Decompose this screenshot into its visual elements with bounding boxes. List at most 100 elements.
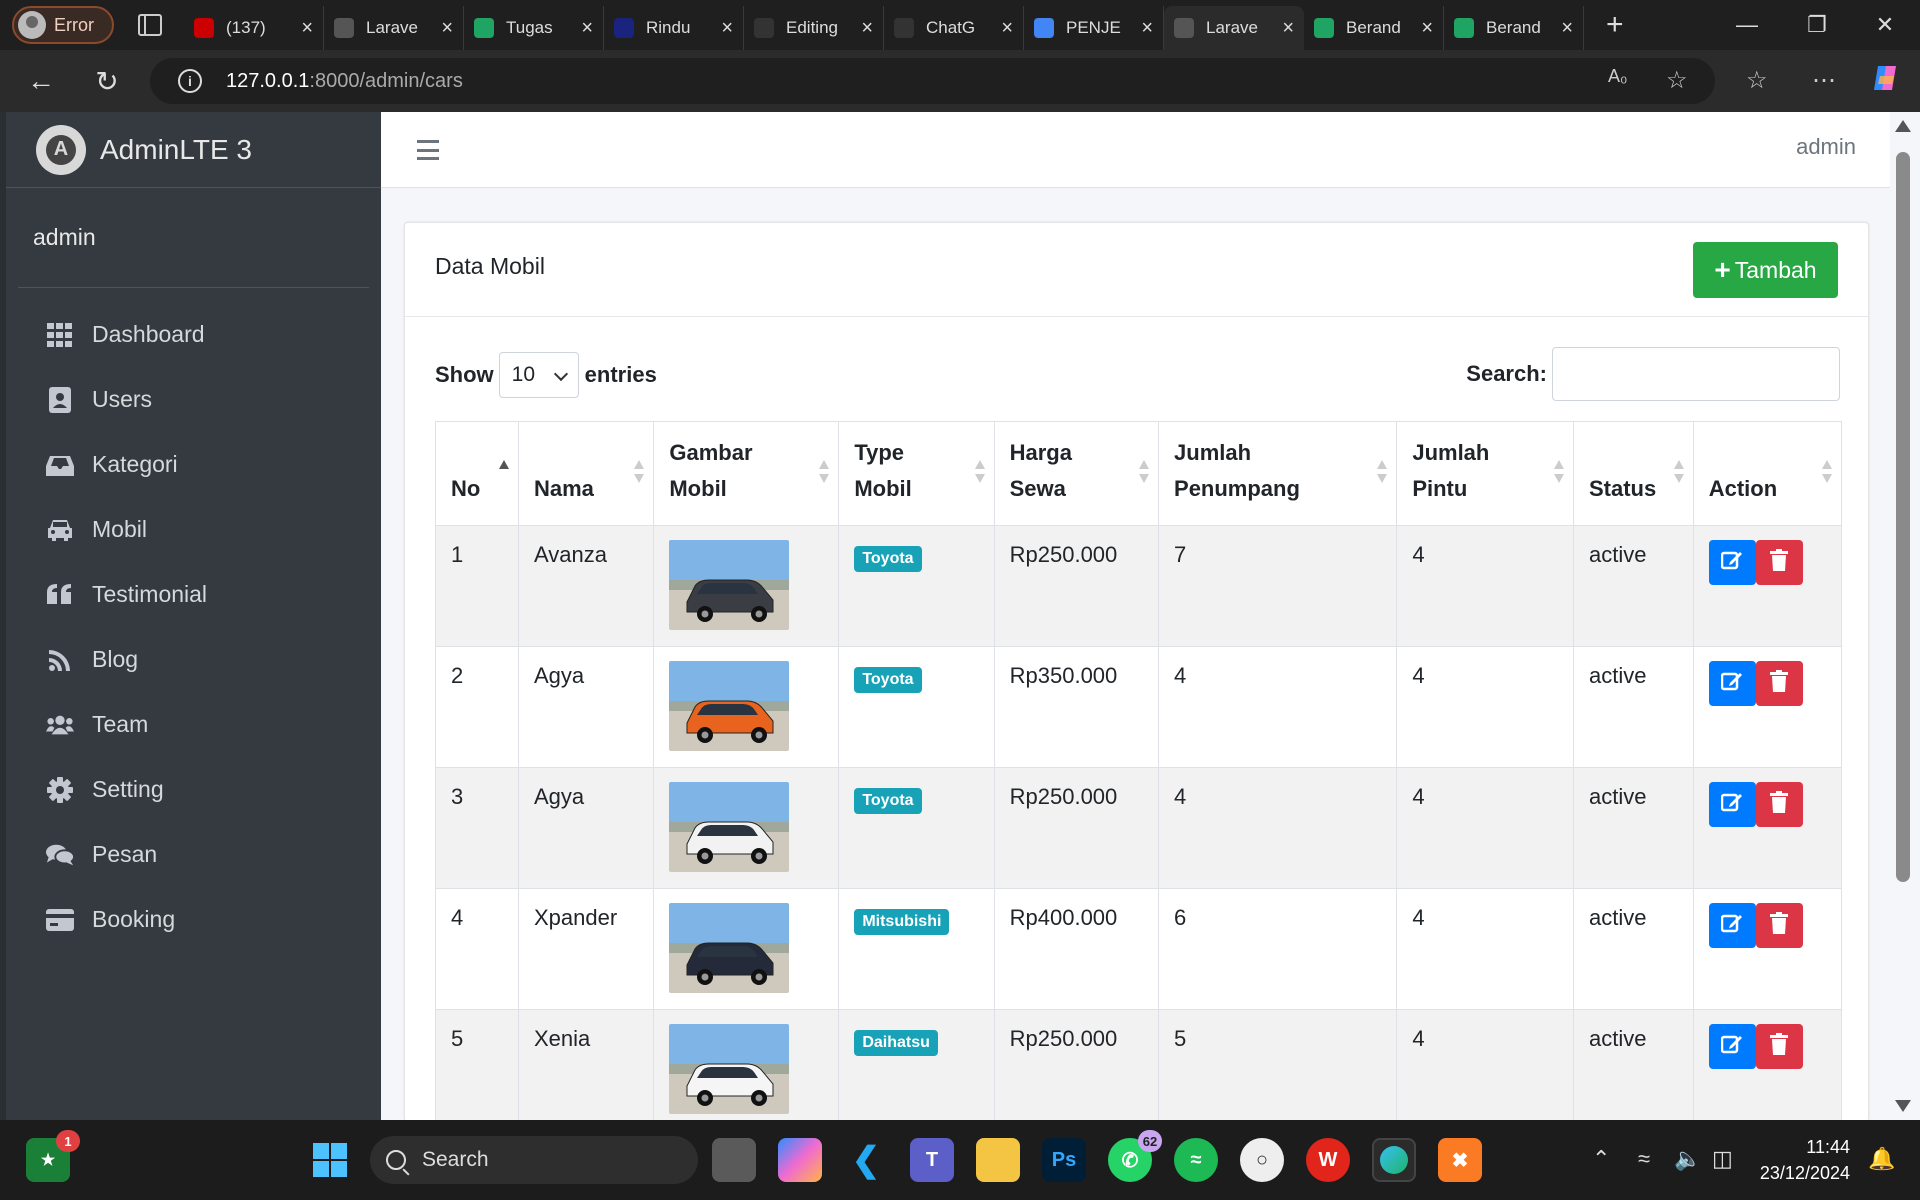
whatsapp-icon[interactable]: ✆ 62	[1108, 1130, 1162, 1182]
column-header-status[interactable]: Status	[1572, 421, 1694, 526]
hamburger-menu-icon[interactable]	[417, 140, 439, 160]
tray-chevron-icon[interactable]: ⌃	[1592, 1146, 1610, 1172]
close-window-button[interactable]: ✕	[1850, 0, 1920, 50]
browser-tab[interactable]: ChatG ×	[884, 6, 1024, 50]
copilot-app-icon[interactable]	[778, 1138, 822, 1182]
sidebar-item-mobil[interactable]: Mobil	[6, 497, 381, 562]
add-car-button[interactable]: + Tambah	[1693, 242, 1838, 298]
close-tab-icon[interactable]: ×	[1282, 17, 1294, 40]
vscode-icon[interactable]: ❮	[844, 1138, 888, 1182]
scrollbar-thumb[interactable]	[1896, 152, 1910, 882]
close-tab-icon[interactable]: ×	[441, 17, 453, 40]
delete-button[interactable]	[1755, 540, 1803, 585]
column-header-no[interactable]: No	[435, 421, 519, 526]
card-title: Data Mobil	[435, 253, 545, 279]
task-view-icon[interactable]	[712, 1138, 756, 1182]
user-panel[interactable]: admin	[18, 188, 369, 288]
spotify-icon[interactable]: ≈	[1174, 1138, 1218, 1182]
edge-browser-icon[interactable]	[1372, 1138, 1416, 1182]
delete-button[interactable]	[1755, 782, 1803, 827]
sidebar-item-team[interactable]: Team	[6, 692, 381, 757]
sidebar-item-users[interactable]: Users	[6, 367, 381, 432]
read-aloud-icon[interactable]: A₀	[1608, 66, 1627, 87]
dashboard-grid-icon	[46, 321, 74, 349]
profile-button[interactable]: Error	[12, 6, 114, 44]
browser-tab[interactable]: Tugas ×	[464, 6, 604, 50]
page-scrollbar[interactable]	[1890, 112, 1920, 1120]
column-header-gambar-mobil[interactable]: Gambar Mobil	[653, 421, 840, 526]
windows-start-icon[interactable]	[308, 1138, 352, 1182]
battery-icon[interactable]: ◫	[1712, 1146, 1733, 1172]
entries-select[interactable]: 10	[498, 352, 579, 398]
brand-link[interactable]: A AdminLTE 3	[6, 112, 381, 188]
browser-tab[interactable]: Larave ×	[324, 6, 464, 50]
favorites-list-icon[interactable]: ☆	[1746, 66, 1768, 95]
table-row: 1 Avanza Toyota Rp250.000 7 4 active	[435, 525, 1843, 647]
browser-tab[interactable]: (137) ×	[184, 6, 324, 50]
browser-tab[interactable]: Rindu ×	[604, 6, 744, 50]
column-header-action[interactable]: Action	[1692, 421, 1843, 526]
delete-button[interactable]	[1755, 1024, 1803, 1069]
close-tab-icon[interactable]: ×	[581, 17, 593, 40]
edit-button[interactable]	[1708, 1024, 1756, 1069]
wifi-icon[interactable]: ≈	[1638, 1146, 1650, 1172]
column-header-type-mobil[interactable]: Type Mobil	[838, 421, 995, 526]
volume-icon[interactable]: 🔈	[1674, 1146, 1701, 1172]
search-input[interactable]	[1552, 347, 1840, 401]
browser-tab[interactable]: Editing ×	[744, 6, 884, 50]
close-tab-icon[interactable]: ×	[861, 17, 873, 40]
more-menu-icon[interactable]: ⋯	[1812, 66, 1836, 95]
close-tab-icon[interactable]: ×	[1001, 17, 1013, 40]
edit-button[interactable]	[1708, 903, 1756, 948]
sidebar-item-dashboard[interactable]: Dashboard	[6, 302, 381, 367]
favorite-star-icon[interactable]: ☆	[1666, 66, 1688, 95]
sidebar-item-testimonial[interactable]: Testimonial	[6, 562, 381, 627]
minimize-button[interactable]: —	[1712, 0, 1782, 50]
column-header-harga-sewa[interactable]: Harga Sewa	[993, 421, 1160, 526]
back-button[interactable]: ←	[22, 62, 60, 100]
wps-office-icon[interactable]: W	[1306, 1138, 1350, 1182]
edit-button[interactable]	[1708, 782, 1756, 827]
close-tab-icon[interactable]: ×	[1561, 17, 1573, 40]
sidebar-item-booking[interactable]: Booking	[6, 887, 381, 952]
scroll-up-arrow[interactable]	[1895, 120, 1911, 132]
password-app-icon[interactable]: ○	[1240, 1138, 1284, 1182]
edit-button[interactable]	[1708, 540, 1756, 585]
column-header-jumlah-penumpang[interactable]: Jumlah Penumpang	[1158, 421, 1398, 526]
teams-icon[interactable]: T	[910, 1138, 954, 1182]
browser-tab[interactable]: Larave ×	[1164, 6, 1304, 50]
delete-button[interactable]	[1755, 903, 1803, 948]
browser-tab[interactable]: Berand ×	[1304, 6, 1444, 50]
sidebar-item-blog[interactable]: Blog	[6, 627, 381, 692]
scroll-down-arrow[interactable]	[1895, 1100, 1911, 1112]
tab-actions-icon[interactable]	[138, 14, 162, 36]
file-explorer-icon[interactable]	[976, 1138, 1020, 1182]
sidebar-item-pesan[interactable]: Pesan	[6, 822, 381, 887]
sidebar-item-setting[interactable]: Setting	[6, 757, 381, 822]
close-tab-icon[interactable]: ×	[721, 17, 733, 40]
navbar-user[interactable]: admin	[1796, 134, 1856, 160]
sidebar-item-kategori[interactable]: Kategori	[6, 432, 381, 497]
reload-button[interactable]: ↻	[88, 62, 126, 100]
taskbar-search[interactable]: Search	[370, 1136, 698, 1184]
browser-tab[interactable]: PENJE ×	[1024, 6, 1164, 50]
photoshop-icon[interactable]: Ps	[1042, 1138, 1086, 1182]
close-tab-icon[interactable]: ×	[301, 17, 313, 40]
site-info-icon[interactable]: i	[178, 69, 202, 93]
close-tab-icon[interactable]: ×	[1141, 17, 1153, 40]
copilot-icon[interactable]	[1870, 62, 1902, 101]
new-tab-button[interactable]: +	[1606, 8, 1624, 42]
delete-button[interactable]	[1755, 661, 1803, 706]
edit-button[interactable]	[1708, 661, 1756, 706]
close-tab-icon[interactable]: ×	[1421, 17, 1433, 40]
url-field[interactable]: i 127.0.0.1:8000/admin/cars	[150, 58, 1715, 104]
column-header-nama[interactable]: Nama	[517, 421, 655, 526]
restore-button[interactable]: ❐	[1782, 0, 1852, 50]
column-header-jumlah-pintu[interactable]: Jumlah Pintu	[1396, 421, 1574, 526]
store-app-icon[interactable]: ★ 1	[26, 1130, 80, 1182]
taskbar-clock[interactable]: 11:44 23/12/2024	[1760, 1134, 1850, 1186]
xampp-icon[interactable]: ✖	[1438, 1138, 1482, 1182]
cell-no: 2	[435, 646, 519, 768]
browser-tab[interactable]: Berand ×	[1444, 6, 1584, 50]
notification-bell-icon[interactable]: 🔔	[1868, 1146, 1895, 1172]
